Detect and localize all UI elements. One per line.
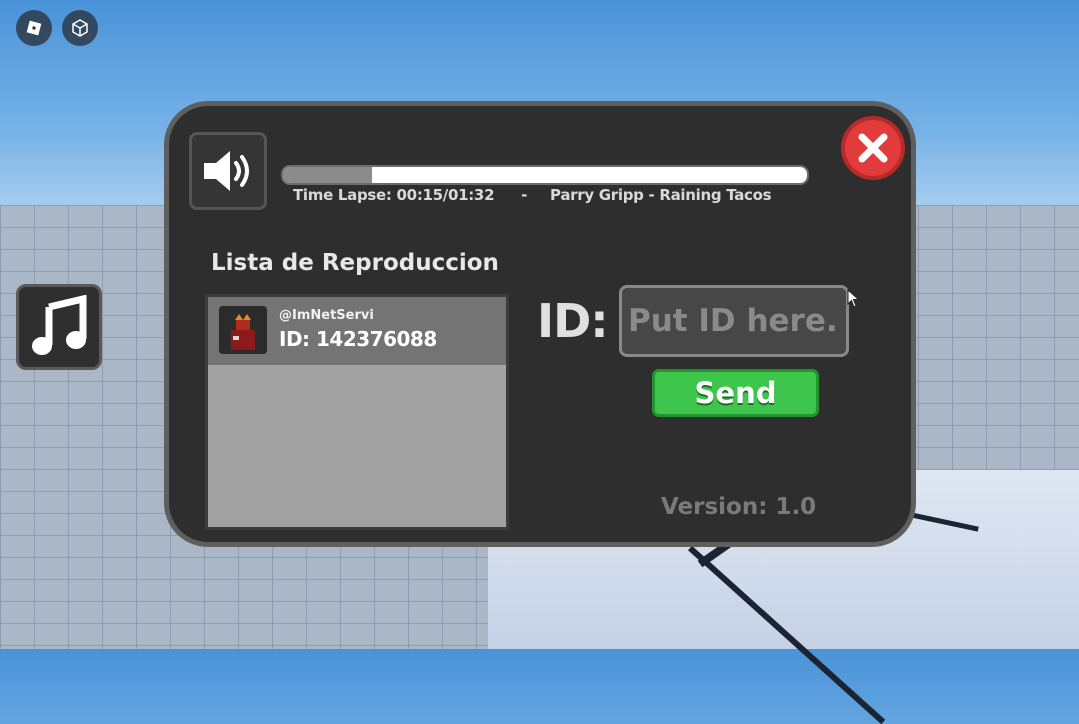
version-label: Version: 1.0 [661,494,817,520]
close-button[interactable] [841,116,905,180]
now-playing-info: Time Lapse: 00:15/01:32 - Parry Gripp - … [293,186,813,208]
send-button[interactable]: Send [652,369,819,417]
id-label: ID: [537,294,609,348]
song-title: Parry Gripp - Raining Tacos [550,186,772,204]
music-toggle-button[interactable] [16,284,102,370]
roblox-logo-icon [26,20,42,36]
playlist-list[interactable]: @ImNetServi ID: 142376088 [205,294,509,530]
avatar [219,306,267,354]
song-progress-bar[interactable] [281,165,809,185]
playlist-item-user: @ImNetServi [279,308,374,323]
roblox-menu-button[interactable] [16,10,52,46]
music-note-icon [32,295,87,355]
cube-icon [72,19,88,37]
close-icon [858,133,888,163]
music-player-panel: Time Lapse: 00:15/01:32 - Parry Gripp - … [164,101,916,547]
playlist-item[interactable]: @ImNetServi ID: 142376088 [208,297,506,365]
info-separator: - [521,186,528,204]
playlist-title: Lista de Reproduccion [211,250,499,276]
time-lapse-text: Time Lapse: 00:15/01:32 [293,186,495,204]
song-progress-fill [283,167,373,183]
speaker-volume-icon [204,151,249,191]
user-avatar-icon [219,306,267,354]
id-input[interactable] [619,285,849,357]
backpack-button[interactable] [62,10,98,46]
volume-button[interactable] [189,132,267,210]
mouse-cursor-icon [847,289,860,308]
playlist-item-id: ID: 142376088 [279,327,437,351]
